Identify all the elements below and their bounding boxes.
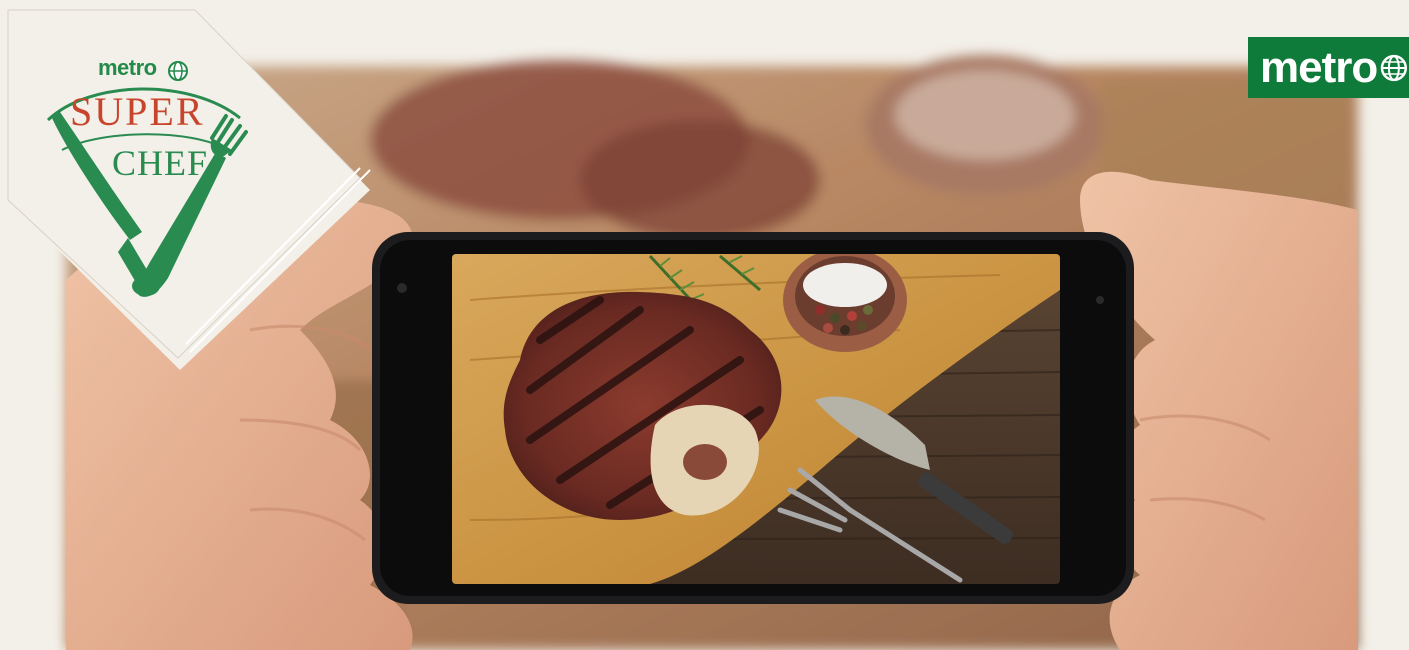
badge-brand-word: metro (1260, 42, 1378, 92)
hero-photo (7, 9, 1358, 650)
globe-icon (168, 61, 188, 81)
globe-icon (1380, 54, 1408, 81)
logo-chef-word: CHEF (112, 143, 209, 183)
metro-badge: metro (1248, 37, 1409, 98)
hero-banner: metro SUPER CHEF metro (0, 0, 1409, 650)
logo-super-word: SUPER (70, 89, 205, 134)
logo-metro-word: metro (98, 55, 157, 80)
